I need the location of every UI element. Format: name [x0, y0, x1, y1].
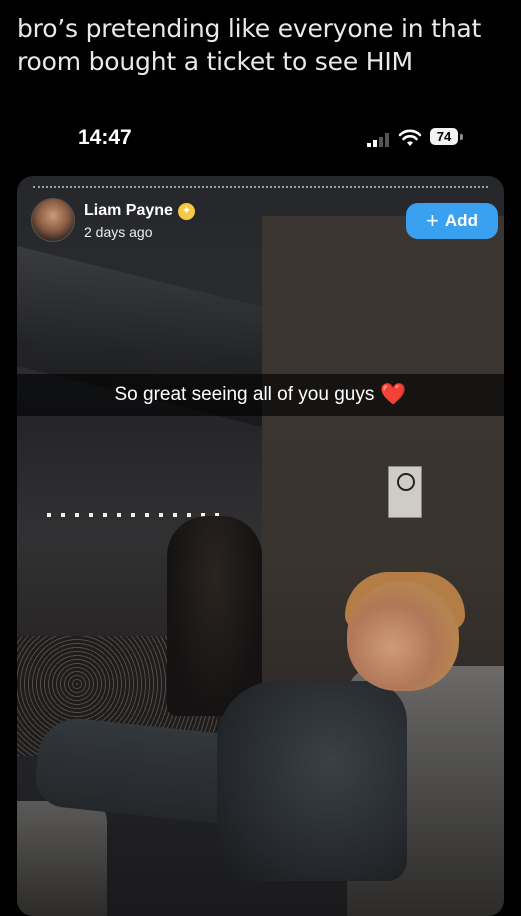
battery-icon: 74 [430, 128, 458, 145]
verified-badge-icon: ✦ [178, 203, 195, 220]
no-smoking-sign [388, 466, 422, 518]
battery-nub [460, 134, 463, 140]
story-username[interactable]: Liam Payne [84, 202, 173, 220]
heart-icon: ❤️ [380, 383, 407, 406]
caption-bar: So great seeing all of you guys ❤️ [17, 374, 504, 416]
add-button-label: Add [444, 211, 478, 230]
person-head [347, 581, 459, 691]
person-jacket [217, 681, 407, 881]
story-progress-bar [33, 186, 488, 190]
status-time: 14:47 [78, 126, 132, 149]
status-bar: 14:47 74 [0, 124, 521, 156]
story-posted-time: 2 days ago [84, 224, 153, 240]
fans-group [167, 516, 262, 716]
wifi-icon [398, 129, 422, 146]
tweet-text: bro’s pretending like everyone in that r… [17, 14, 482, 76]
plus-icon: + [426, 208, 439, 233]
story-caption: So great seeing all of you guys [114, 384, 375, 405]
seat-left [17, 801, 107, 916]
story-media[interactable]: Liam Payne ✦ 2 days ago + Add So great s… [17, 176, 504, 916]
avatar[interactable] [31, 198, 75, 242]
add-button[interactable]: + Add [406, 203, 498, 239]
signal-icon [367, 133, 389, 147]
